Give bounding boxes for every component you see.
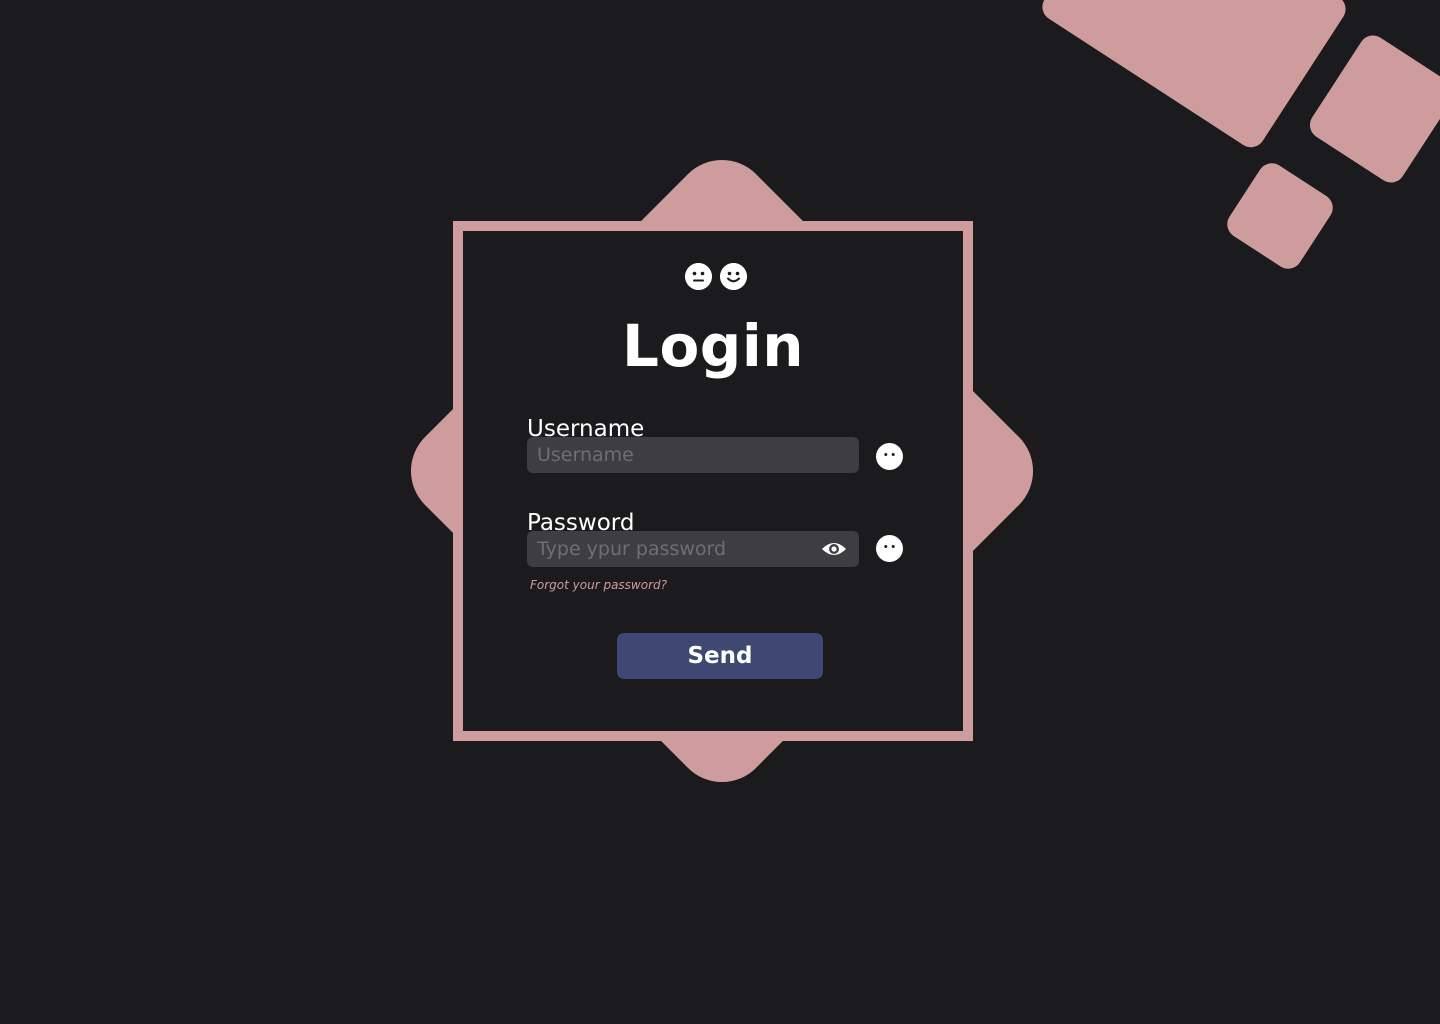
password-input[interactable] [527,531,859,567]
login-card: Login Username Password Forgot your pass… [453,221,973,741]
decor-shape-small [1221,157,1339,275]
forgot-password-link[interactable]: Forgot your password? [530,578,667,592]
send-button[interactable]: Send [617,633,823,679]
header-faces [685,263,747,290]
login-page: Login Username Password Forgot your pass… [0,0,1440,1024]
decor-shape-large [1037,0,1351,153]
face-icon [876,443,903,470]
page-title: Login [622,312,804,380]
smiling-face-icon [720,263,747,290]
decor-shape-medium [1304,30,1440,188]
face-icon [876,535,903,562]
eye-icon[interactable] [821,538,847,560]
username-field-wrapper [527,437,859,473]
username-input[interactable] [527,437,859,473]
password-field-wrapper [527,531,859,567]
neutral-face-icon [685,263,712,290]
